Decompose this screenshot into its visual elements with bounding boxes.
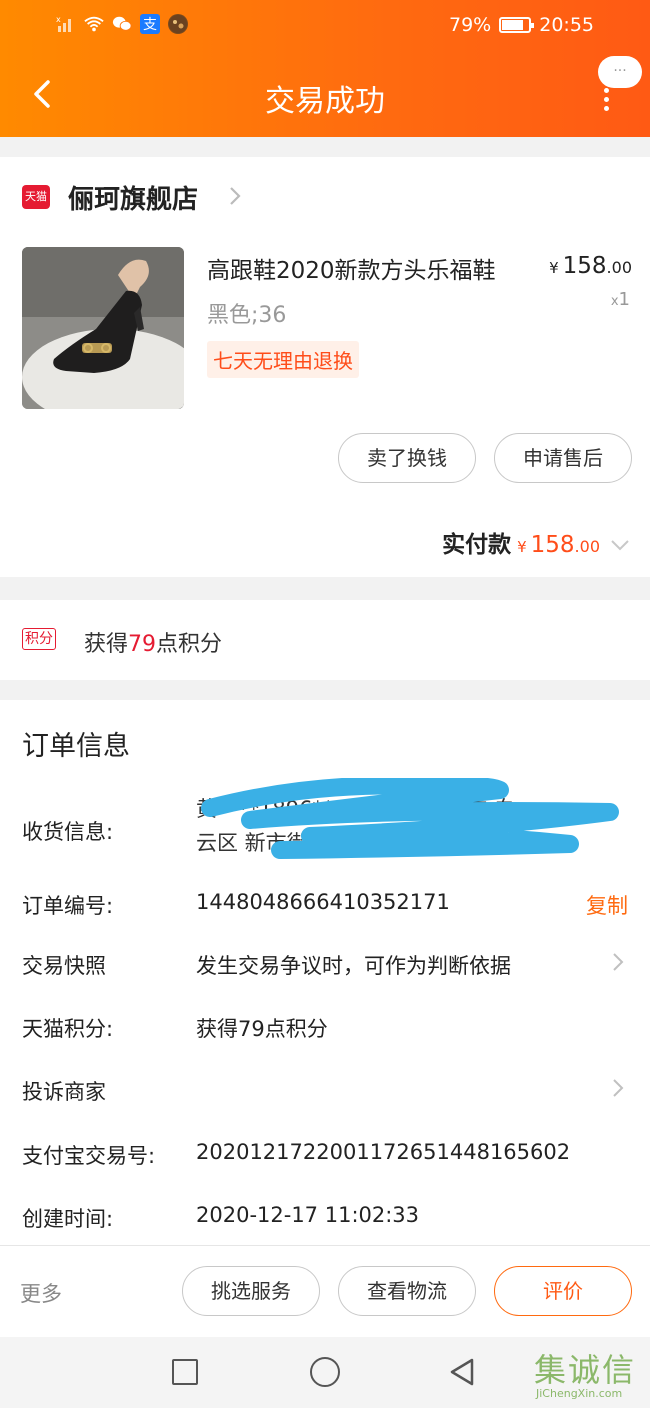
tmall-points-value: 获得79点积分 (196, 1017, 328, 1041)
more-menu-icon[interactable] (602, 88, 610, 112)
watermark: 集诚信 JiChengXin.com (534, 1345, 646, 1405)
recent-apps-icon[interactable] (172, 1359, 198, 1385)
battery-percent: 79% (449, 14, 492, 36)
clock: 20:55 (539, 14, 594, 36)
wifi-icon (84, 14, 104, 34)
no-sim-icon: x (56, 14, 76, 34)
tmall-points-label: 天猫积分: (22, 1017, 114, 1041)
paid-amount: ¥158.00 (517, 532, 600, 558)
product-sku: 黑色;36 (207, 303, 287, 328)
paid-amount-row[interactable]: 实付款 ¥158.00 (442, 525, 630, 559)
watermark-en: JiChengXin.com (536, 1387, 623, 1400)
product-price: ¥158.00 (549, 253, 632, 279)
product-image[interactable] (22, 247, 184, 409)
order-number-label: 订单编号: (22, 894, 114, 918)
chevron-right-icon (613, 1079, 624, 1097)
app-avatar-icon (168, 14, 188, 34)
status-icons-left: x 支 (56, 14, 188, 34)
order-info-card: 订单信息 收货信息: 黄****1896****广东省 广州市 白 云区 新市街… (0, 700, 650, 1245)
page-title: 交易成功 (265, 84, 385, 119)
chevron-down-icon[interactable] (610, 538, 630, 552)
status-bar: x 支 79% 20:55 (0, 10, 650, 44)
shoe-photo (22, 247, 184, 409)
wechat-icon (112, 14, 132, 34)
battery-icon (499, 17, 535, 33)
return-policy-tag: 七天无理由退换 (207, 341, 359, 378)
alipay-number-label: 支付宝交易号: (22, 1144, 156, 1168)
more-button[interactable]: 更多 (20, 1278, 62, 1308)
points-text: 获得79点积分 (84, 632, 223, 657)
back-triangle-icon[interactable] (448, 1357, 476, 1387)
order-number: 1448048666410352171 (196, 890, 450, 914)
created-time-label: 创建时间: (22, 1207, 114, 1231)
store-card: 天猫 俪珂旗舰店 高跟鞋2020新款方头乐福鞋 ¥158.00 x1 黑色;36… (0, 157, 650, 577)
order-info-title: 订单信息 (22, 731, 130, 762)
snapshot-label: 交易快照 (22, 954, 106, 978)
shipping-address: 黄****1896****广东省 广州市 白 云区 新市街道 ****号 玉指坊 (196, 797, 515, 855)
tmall-badge: 天猫 (22, 185, 50, 209)
apply-aftersale-button[interactable]: 申请售后 (494, 433, 632, 483)
snapshot-value: 发生交易争议时，可作为判断依据 (196, 954, 511, 978)
more-bubble[interactable]: ··· (598, 56, 642, 88)
system-nav-bar: 集诚信 JiChengXin.com (0, 1337, 650, 1408)
alipay-number: 2020121722001172651448165602 (196, 1140, 571, 1164)
product-title[interactable]: 高跟鞋2020新款方头乐福鞋 (207, 251, 496, 285)
watermark-cn: 集诚信 (534, 1351, 637, 1389)
complaint-label: 投诉商家 (22, 1080, 106, 1104)
product-quantity: x1 (610, 289, 630, 310)
sell-for-cash-button[interactable]: 卖了换钱 (338, 433, 476, 483)
points-badge: 积分 (22, 628, 56, 650)
points-card: 积分 获得79点积分 (0, 600, 650, 680)
copy-button[interactable]: 复制 (586, 890, 628, 920)
bottom-action-bar: 更多 挑选服务 查看物流 评价 (0, 1245, 650, 1337)
chevron-right-icon[interactable] (228, 185, 242, 207)
created-time: 2020-12-17 11:02:33 (196, 1203, 420, 1227)
app-header: x 支 79% 20:55 交易成功 ··· (0, 0, 650, 137)
shipping-label: 收货信息: (22, 820, 114, 844)
svg-text:x: x (56, 15, 61, 24)
review-button[interactable]: 评价 (494, 1266, 632, 1316)
home-icon[interactable] (310, 1357, 340, 1387)
paid-label: 实付款 (442, 532, 512, 558)
chevron-right-icon (613, 953, 624, 971)
view-logistics-button[interactable]: 查看物流 (338, 1266, 476, 1316)
battery-level (502, 20, 524, 30)
store-name[interactable]: 俪珂旗舰店 (68, 179, 198, 216)
select-service-button[interactable]: 挑选服务 (182, 1266, 320, 1316)
status-icons-right: 79% 20:55 (449, 14, 594, 36)
alipay-icon: 支 (140, 14, 160, 34)
